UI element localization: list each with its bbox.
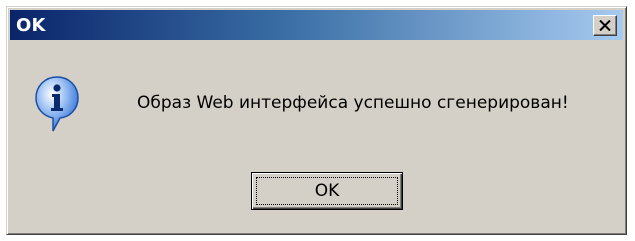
message-dialog: OK Образ Web интерфейса успешно сгенерир…	[6, 6, 627, 235]
close-icon	[599, 20, 611, 31]
window-title: OK	[16, 14, 46, 36]
title-bar[interactable]: OK	[10, 10, 623, 40]
close-button[interactable]	[593, 15, 617, 36]
ok-button-label: OK	[314, 181, 340, 201]
ok-button[interactable]: OK	[251, 172, 403, 210]
info-icon	[33, 73, 81, 137]
dialog-message: Образ Web интерфейса успешно сгенерирова…	[137, 93, 569, 113]
